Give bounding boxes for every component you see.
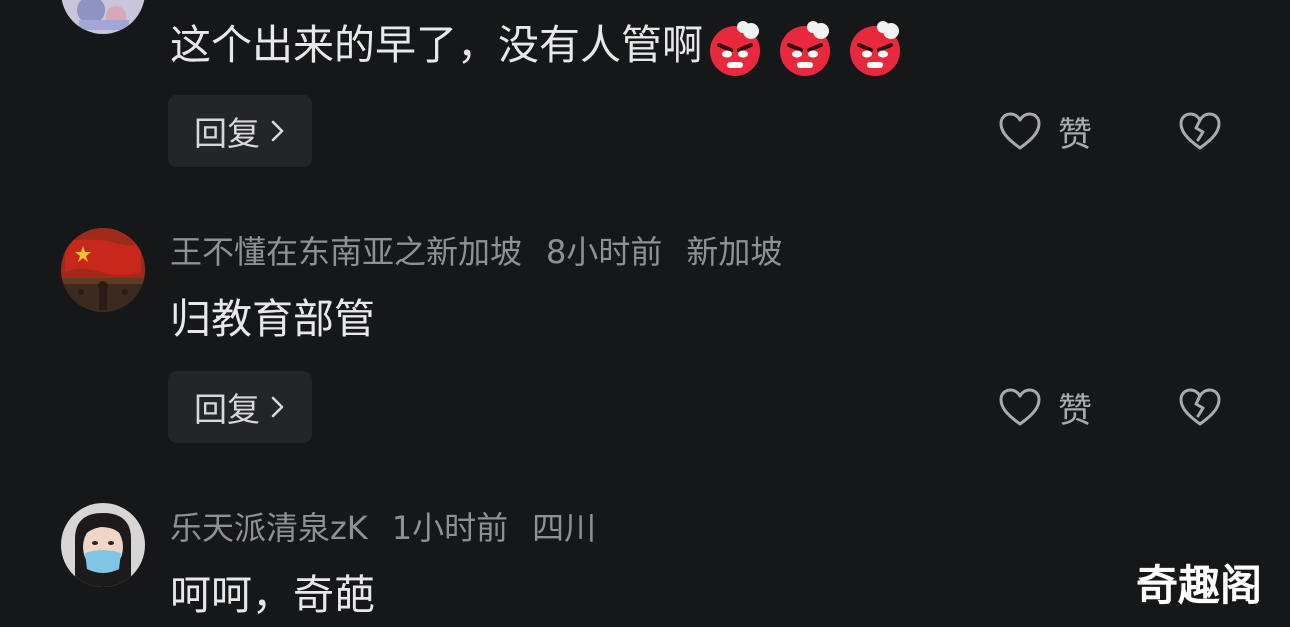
chevron-right-icon — [271, 120, 284, 142]
reply-button[interactable]: 回复 — [168, 95, 312, 167]
comment-meta: 乐天派清泉zK 1小时前 四川 — [170, 508, 620, 548]
timestamp: 1小时前 — [391, 509, 509, 547]
reply-label: 回复 — [194, 390, 260, 429]
username[interactable]: 王不懂在东南亚之新加坡 — [170, 233, 522, 271]
emoji-group — [705, 18, 905, 78]
avatar[interactable] — [61, 0, 145, 34]
chevron-right-icon — [271, 396, 284, 418]
broken-heart-icon — [1179, 388, 1221, 426]
watermark: 奇趣阁 — [1136, 561, 1263, 610]
angry-face-icon — [710, 21, 760, 76]
dislike-button[interactable] — [1178, 108, 1222, 152]
avatar[interactable] — [61, 228, 145, 312]
like-button[interactable]: 赞 — [998, 382, 1092, 432]
like-label: 赞 — [1058, 114, 1092, 155]
broken-heart-icon — [1179, 112, 1221, 150]
reply-label: 回复 — [194, 114, 260, 153]
heart-icon — [999, 388, 1041, 426]
angry-face-icon — [780, 21, 830, 76]
avatar[interactable] — [61, 503, 145, 587]
username[interactable]: 乐天派清泉zK — [170, 509, 368, 547]
comment-text: 呵呵，奇葩 — [170, 571, 375, 619]
comment-text: 归教育部管 — [170, 295, 375, 343]
location: 四川 — [532, 509, 597, 547]
heart-icon — [999, 112, 1041, 150]
location: 新加坡 — [686, 233, 783, 271]
comment-list: 这个出来的早了，没有人管啊 回复 赞 王不懂在东南亚之新加坡 8小时前 新加坡 … — [0, 0, 1290, 627]
dislike-button[interactable] — [1178, 384, 1222, 428]
like-label: 赞 — [1058, 390, 1092, 431]
comment-meta: 王不懂在东南亚之新加坡 8小时前 新加坡 — [170, 232, 806, 272]
reply-button[interactable]: 回复 — [168, 371, 312, 443]
comment-text: 这个出来的早了，没有人管啊 — [170, 18, 905, 78]
timestamp: 8小时前 — [546, 233, 663, 271]
angry-face-icon — [850, 21, 900, 76]
like-button[interactable]: 赞 — [998, 106, 1092, 156]
